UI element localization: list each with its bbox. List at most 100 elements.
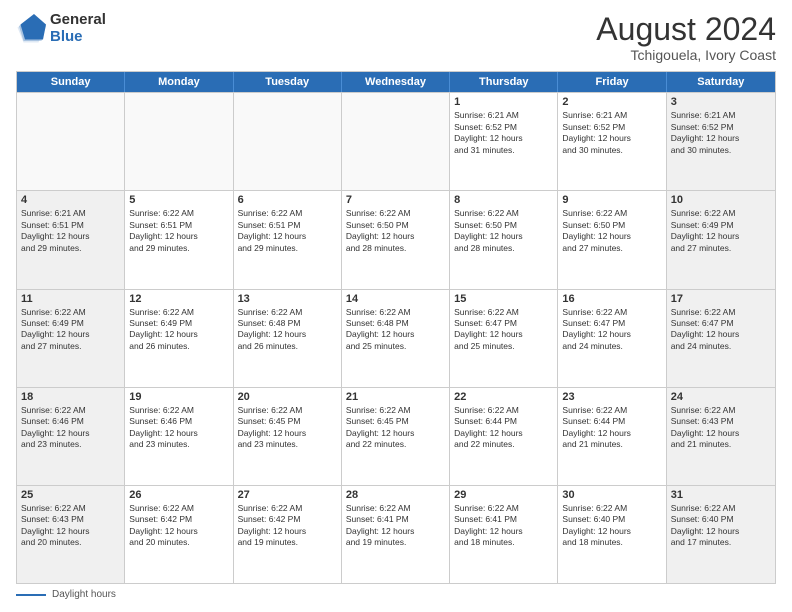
day-13-info: Sunrise: 6:22 AM Sunset: 6:48 PM Dayligh… bbox=[238, 307, 337, 353]
header-friday: Friday bbox=[558, 72, 666, 92]
day-5-info: Sunrise: 6:22 AM Sunset: 6:51 PM Dayligh… bbox=[129, 208, 228, 254]
calendar-header-row: Sunday Monday Tuesday Wednesday Thursday… bbox=[17, 72, 775, 92]
day-number-9: 9 bbox=[562, 194, 661, 206]
day-3-info: Sunrise: 6:21 AM Sunset: 6:52 PM Dayligh… bbox=[671, 110, 771, 156]
empty-cell-w1-d3 bbox=[234, 93, 342, 190]
day-number-23: 23 bbox=[562, 391, 661, 403]
header-tuesday: Tuesday bbox=[234, 72, 342, 92]
day-15-cell: 15Sunrise: 6:22 AM Sunset: 6:47 PM Dayli… bbox=[450, 290, 558, 387]
day-9-cell: 9 Sunrise: 6:22 AM Sunset: 6:50 PM Daylig… bbox=[558, 191, 666, 288]
page: General Blue August 2024 Tchigouela, Ivo… bbox=[0, 0, 792, 612]
day-8-cell: 8 Sunrise: 6:22 AM Sunset: 6:50 PM Daylig… bbox=[450, 191, 558, 288]
day-number-30: 30 bbox=[562, 489, 661, 501]
day-23-cell: 23 Sunrise: 6:22 AM Sunset: 6:44 PM Dayli… bbox=[558, 388, 666, 485]
day-4-info: Sunrise: 6:21 AM Sunset: 6:51 PM Dayligh… bbox=[21, 208, 120, 254]
header-saturday: Saturday bbox=[667, 72, 775, 92]
day-8-info: Sunrise: 6:22 AM Sunset: 6:50 PM Dayligh… bbox=[454, 208, 553, 254]
day-7-info: Sunrise: 6:22 AM Sunset: 6:50 PM Dayligh… bbox=[346, 208, 445, 254]
day-29-cell: 29 Sunrise: 6:22 AM Sunset: 6:41 PM Dayli… bbox=[450, 486, 558, 583]
header: General Blue August 2024 Tchigouela, Ivo… bbox=[16, 12, 776, 63]
day-11-info: Sunrise: 6:22 AM Sunset: 6:49 PM Dayligh… bbox=[21, 307, 120, 353]
footer-line-icon bbox=[16, 594, 46, 596]
main-title: August 2024 bbox=[596, 12, 776, 47]
day-28-cell: 28Sunrise: 6:22 AM Sunset: 6:41 PM Dayli… bbox=[342, 486, 450, 583]
day-number-4: 4 bbox=[21, 194, 120, 206]
day-16-cell: 16 Sunrise: 6:22 AM Sunset: 6:47 PM Dayli… bbox=[558, 290, 666, 387]
day-26-cell: 26Sunrise: 6:22 AM Sunset: 6:42 PM Dayli… bbox=[125, 486, 233, 583]
day-27-cell: 27 Sunrise: 6:22 AM Sunset: 6:42 PM Dayli… bbox=[234, 486, 342, 583]
week-2: 4 Sunrise: 6:21 AM Sunset: 6:51 PM Daylig… bbox=[17, 190, 775, 288]
day-24-cell: 24Sunrise: 6:22 AM Sunset: 6:43 PM Dayli… bbox=[667, 388, 775, 485]
day-number-22: 22 bbox=[454, 391, 553, 403]
day-23-info: Sunrise: 6:22 AM Sunset: 6:44 PM Dayligh… bbox=[562, 405, 661, 451]
week-3: 11 Sunrise: 6:22 AM Sunset: 6:49 PM Dayli… bbox=[17, 289, 775, 387]
day-10-info: Sunrise: 6:22 AM Sunset: 6:49 PM Dayligh… bbox=[671, 208, 771, 254]
day-18-info: Sunrise: 6:22 AM Sunset: 6:46 PM Dayligh… bbox=[21, 405, 120, 451]
day-1-info: Sunrise: 6:21 AM Sunset: 6:52 PM Dayligh… bbox=[454, 110, 553, 156]
day-number-11: 11 bbox=[21, 293, 120, 305]
day-13-cell: 13Sunrise: 6:22 AM Sunset: 6:48 PM Dayli… bbox=[234, 290, 342, 387]
daylight-label: Daylight hours bbox=[52, 589, 116, 600]
empty-cell-w1-d2 bbox=[125, 93, 233, 190]
day-number-8: 8 bbox=[454, 194, 553, 206]
day-25-info: Sunrise: 6:22 AM Sunset: 6:43 PM Dayligh… bbox=[21, 503, 120, 549]
day-3-cell: 3 Sunrise: 6:21 AM Sunset: 6:52 PM Daylig… bbox=[667, 93, 775, 190]
day-5-cell: 5Sunrise: 6:22 AM Sunset: 6:51 PM Daylig… bbox=[125, 191, 233, 288]
day-number-15: 15 bbox=[454, 293, 553, 305]
day-7-cell: 7 Sunrise: 6:22 AM Sunset: 6:50 PM Daylig… bbox=[342, 191, 450, 288]
header-thursday: Thursday bbox=[450, 72, 558, 92]
day-number-17: 17 bbox=[671, 293, 771, 305]
day-2-cell: 2Sunrise: 6:21 AM Sunset: 6:52 PM Daylig… bbox=[558, 93, 666, 190]
day-4-cell: 4 Sunrise: 6:21 AM Sunset: 6:51 PM Daylig… bbox=[17, 191, 125, 288]
day-10-cell: 10Sunrise: 6:22 AM Sunset: 6:49 PM Dayli… bbox=[667, 191, 775, 288]
day-number-31: 31 bbox=[671, 489, 771, 501]
day-number-3: 3 bbox=[671, 96, 771, 108]
day-18-cell: 18Sunrise: 6:22 AM Sunset: 6:46 PM Dayli… bbox=[17, 388, 125, 485]
day-16-info: Sunrise: 6:22 AM Sunset: 6:47 PM Dayligh… bbox=[562, 307, 661, 353]
day-22-info: Sunrise: 6:22 AM Sunset: 6:44 PM Dayligh… bbox=[454, 405, 553, 451]
day-19-info: Sunrise: 6:22 AM Sunset: 6:46 PM Dayligh… bbox=[129, 405, 228, 451]
day-19-cell: 19 Sunrise: 6:22 AM Sunset: 6:46 PM Dayli… bbox=[125, 388, 233, 485]
day-11-cell: 11 Sunrise: 6:22 AM Sunset: 6:49 PM Dayli… bbox=[17, 290, 125, 387]
day-number-29: 29 bbox=[454, 489, 553, 501]
calendar: Sunday Monday Tuesday Wednesday Thursday… bbox=[16, 71, 776, 584]
day-26-info: Sunrise: 6:22 AM Sunset: 6:42 PM Dayligh… bbox=[129, 503, 228, 549]
day-number-27: 27 bbox=[238, 489, 337, 501]
day-21-cell: 21Sunrise: 6:22 AM Sunset: 6:45 PM Dayli… bbox=[342, 388, 450, 485]
day-number-14: 14 bbox=[346, 293, 445, 305]
day-27-info: Sunrise: 6:22 AM Sunset: 6:42 PM Dayligh… bbox=[238, 503, 337, 549]
header-monday: Monday bbox=[125, 72, 233, 92]
day-number-25: 25 bbox=[21, 489, 120, 501]
day-number-24: 24 bbox=[671, 391, 771, 403]
day-20-info: Sunrise: 6:22 AM Sunset: 6:45 PM Dayligh… bbox=[238, 405, 337, 451]
day-number-1: 1 bbox=[454, 96, 553, 108]
logo-blue: Blue bbox=[50, 29, 106, 46]
day-number-19: 19 bbox=[129, 391, 228, 403]
logo-general: General bbox=[50, 12, 106, 29]
day-25-cell: 25 Sunrise: 6:22 AM Sunset: 6:43 PM Dayli… bbox=[17, 486, 125, 583]
day-29-info: Sunrise: 6:22 AM Sunset: 6:41 PM Dayligh… bbox=[454, 503, 553, 549]
logo: General Blue bbox=[16, 12, 106, 45]
day-17-cell: 17 Sunrise: 6:22 AM Sunset: 6:47 PM Dayli… bbox=[667, 290, 775, 387]
empty-cell-w1-d1 bbox=[17, 93, 125, 190]
day-number-12: 12 bbox=[129, 293, 228, 305]
day-30-cell: 30 Sunrise: 6:22 AM Sunset: 6:40 PM Dayli… bbox=[558, 486, 666, 583]
day-number-21: 21 bbox=[346, 391, 445, 403]
day-number-20: 20 bbox=[238, 391, 337, 403]
header-sunday: Sunday bbox=[17, 72, 125, 92]
day-1-cell: 1 Sunrise: 6:21 AM Sunset: 6:52 PM Daylig… bbox=[450, 93, 558, 190]
day-17-info: Sunrise: 6:22 AM Sunset: 6:47 PM Dayligh… bbox=[671, 307, 771, 353]
title-block: August 2024 Tchigouela, Ivory Coast bbox=[596, 12, 776, 63]
day-number-7: 7 bbox=[346, 194, 445, 206]
logo-icon bbox=[16, 14, 46, 44]
day-31-info: Sunrise: 6:22 AM Sunset: 6:40 PM Dayligh… bbox=[671, 503, 771, 549]
empty-cell-w1-d4 bbox=[342, 93, 450, 190]
day-14-info: Sunrise: 6:22 AM Sunset: 6:48 PM Dayligh… bbox=[346, 307, 445, 353]
day-number-16: 16 bbox=[562, 293, 661, 305]
day-9-info: Sunrise: 6:22 AM Sunset: 6:50 PM Dayligh… bbox=[562, 208, 661, 254]
week-5: 25 Sunrise: 6:22 AM Sunset: 6:43 PM Dayli… bbox=[17, 485, 775, 583]
day-2-info: Sunrise: 6:21 AM Sunset: 6:52 PM Dayligh… bbox=[562, 110, 661, 156]
day-6-cell: 6Sunrise: 6:22 AM Sunset: 6:51 PM Daylig… bbox=[234, 191, 342, 288]
day-30-info: Sunrise: 6:22 AM Sunset: 6:40 PM Dayligh… bbox=[562, 503, 661, 549]
day-number-28: 28 bbox=[346, 489, 445, 501]
